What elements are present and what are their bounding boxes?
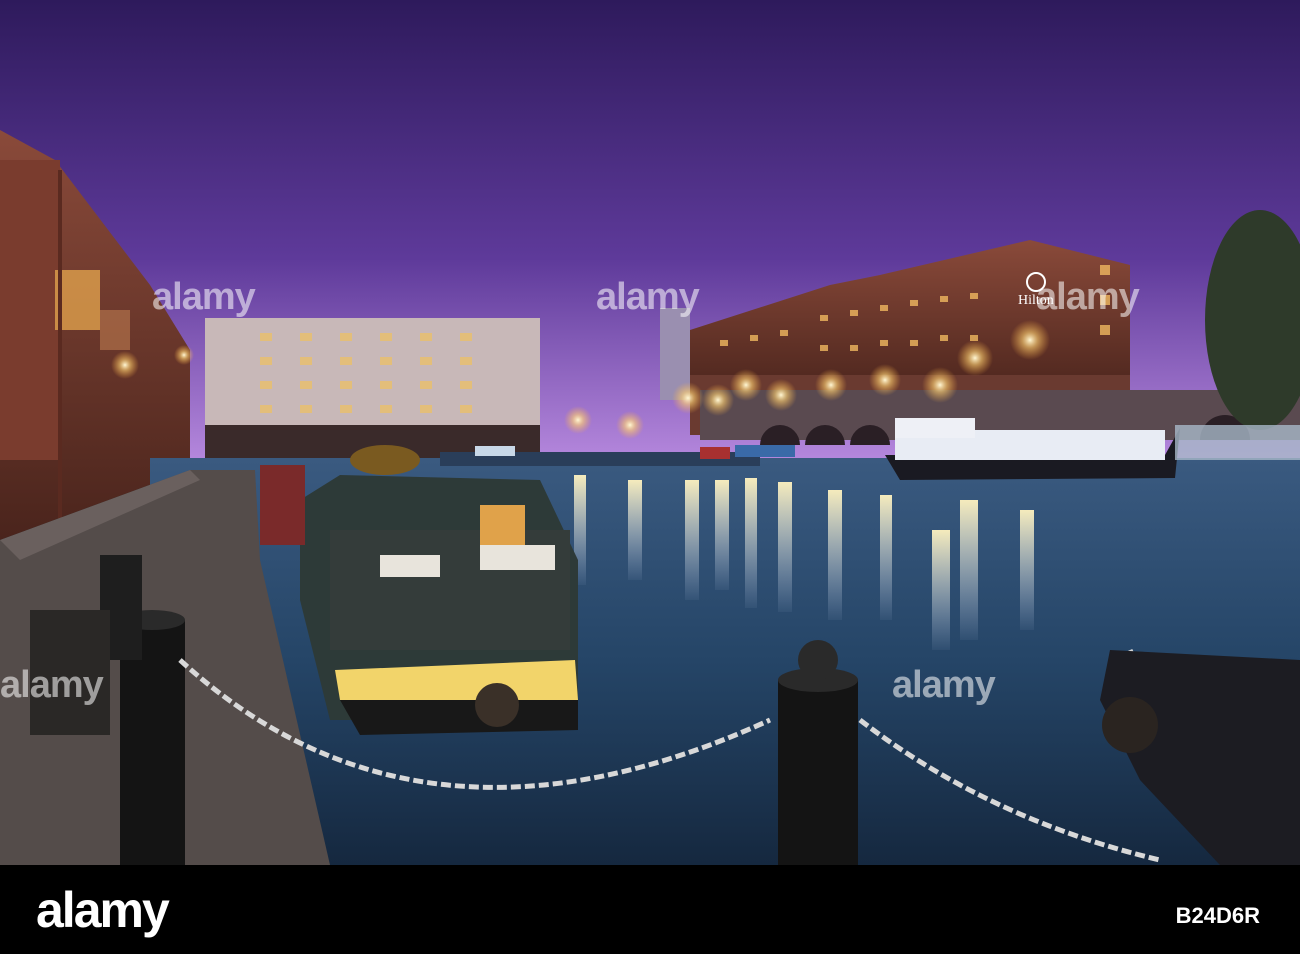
photo-frame: alamy alamy alamy alamy alamy Hilton ala… <box>0 0 1300 954</box>
warehouse <box>205 318 540 460</box>
narrowboat <box>300 445 578 735</box>
watermark: alamy <box>892 664 996 706</box>
brand-logo[interactable]: alamy <box>36 881 170 939</box>
watermark: alamy <box>152 276 256 318</box>
watermark: alamy <box>0 664 104 706</box>
watermark: alamy <box>596 276 700 318</box>
canal-photo <box>0 0 1300 865</box>
hotel-sign: Hilton <box>1018 293 1054 308</box>
image-id: B24D6R <box>1175 903 1260 928</box>
footer-bar <box>0 865 1300 954</box>
